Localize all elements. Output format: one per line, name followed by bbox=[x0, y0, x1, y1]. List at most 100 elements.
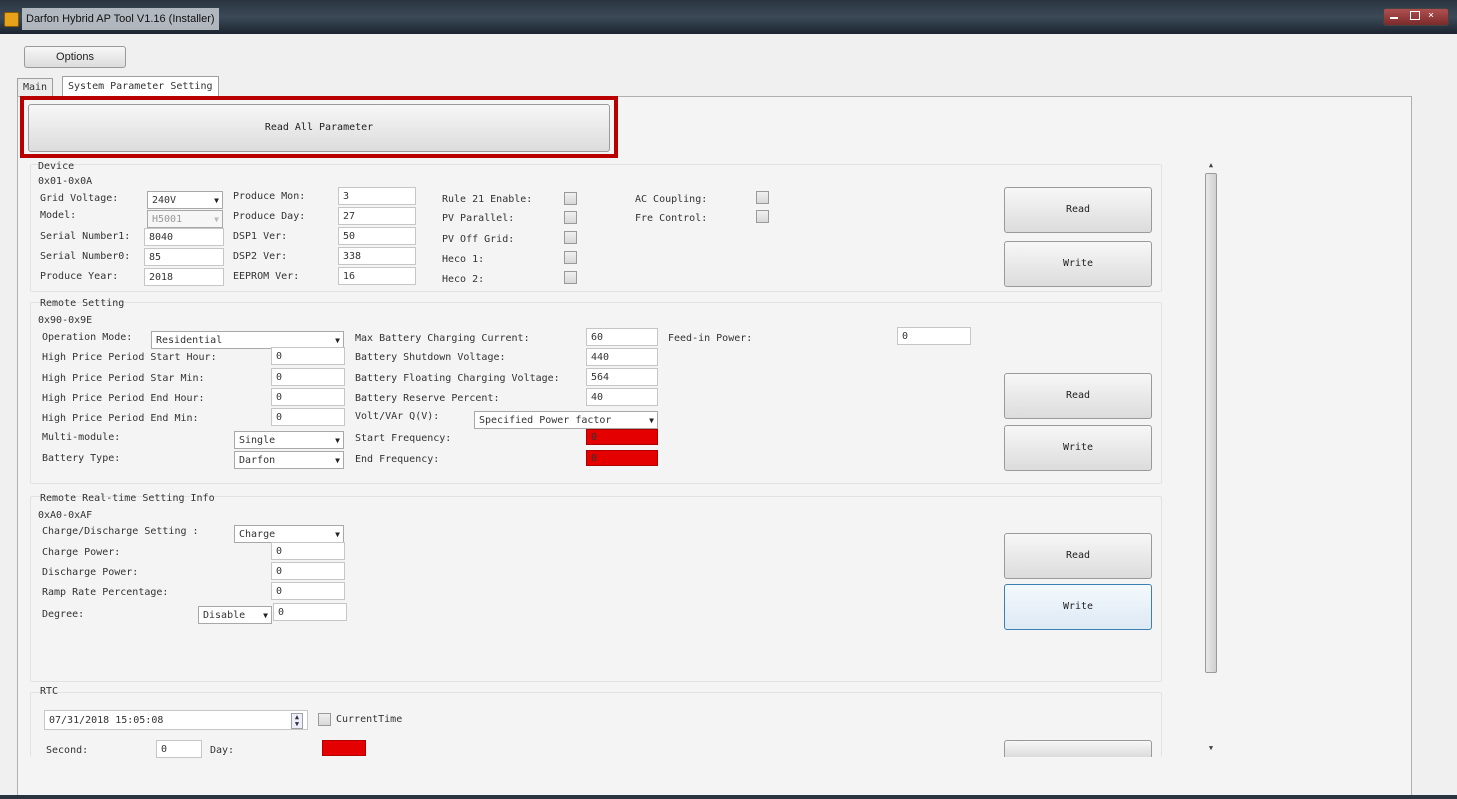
device-range: 0x01-0x0A bbox=[38, 176, 93, 187]
realtime-setting-title: Remote Real-time Setting Info bbox=[40, 493, 215, 504]
model-value: H5001 bbox=[152, 214, 183, 225]
hp-end-hour-label: High Price Period End Hour: bbox=[42, 393, 205, 404]
ac-coupling-checkbox[interactable] bbox=[756, 191, 769, 204]
heco2-checkbox[interactable] bbox=[564, 271, 577, 284]
scroll-up-icon[interactable]: ▲ bbox=[1206, 160, 1216, 170]
pv-off-grid-checkbox[interactable] bbox=[564, 231, 577, 244]
second-field[interactable]: 0 bbox=[156, 740, 202, 758]
multi-module-select[interactable]: Single ▼ bbox=[234, 431, 344, 449]
hp-start-hour-label: High Price Period Start Hour: bbox=[42, 352, 217, 363]
chevron-down-icon: ▼ bbox=[649, 416, 654, 425]
feed-in-power-label: Feed-in Power: bbox=[668, 333, 753, 344]
hp-start-hour-field[interactable]: 0 bbox=[271, 347, 345, 365]
end-frequency-field[interactable]: 0 bbox=[586, 450, 658, 466]
max-charging-current-label: Max Battery Charging Current: bbox=[355, 333, 530, 344]
heco1-checkbox[interactable] bbox=[564, 251, 577, 264]
voltvar-select[interactable]: Specified Power factor ▼ bbox=[474, 411, 658, 429]
charge-power-field[interactable]: 0 bbox=[271, 542, 345, 560]
tab-system-parameter-setting[interactable]: System Parameter Setting bbox=[62, 76, 219, 97]
pv-off-grid-label: PV Off Grid: bbox=[442, 234, 515, 245]
remote-setting-range: 0x90-0x9E bbox=[38, 315, 93, 326]
degree-field[interactable]: 0 bbox=[273, 603, 347, 621]
day-label: Day: bbox=[210, 745, 235, 756]
scroll-down-icon[interactable]: ▼ bbox=[1206, 743, 1216, 753]
operation-mode-label: Operation Mode: bbox=[42, 332, 133, 343]
multi-module-value: Single bbox=[239, 435, 276, 446]
reserve-percent-field[interactable]: 40 bbox=[586, 388, 658, 406]
realtime-setting-range: 0xA0-0xAF bbox=[38, 510, 93, 521]
scrollbar-thumb[interactable] bbox=[1205, 173, 1217, 673]
spin-icon[interactable]: ▲ ▼ bbox=[291, 713, 303, 729]
chevron-down-icon: ▼ bbox=[335, 456, 340, 465]
highlight-box bbox=[20, 96, 618, 158]
degree-select-value: Disable bbox=[203, 610, 246, 621]
chevron-down-icon: ▼ bbox=[214, 196, 219, 205]
heco2-label: Heco 2: bbox=[442, 274, 485, 285]
produce-day-label: Produce Day: bbox=[233, 211, 306, 222]
chevron-down-icon: ▼ bbox=[335, 436, 340, 445]
charge-discharge-select[interactable]: Charge ▼ bbox=[234, 525, 344, 543]
remote-read-button[interactable]: Read bbox=[1004, 373, 1152, 419]
start-frequency-field[interactable]: 0 bbox=[586, 429, 658, 445]
current-time-checkbox[interactable] bbox=[318, 713, 331, 726]
dsp2-ver-label: DSP2 Ver: bbox=[233, 251, 288, 262]
hp-end-min-field[interactable]: 0 bbox=[271, 408, 345, 426]
multi-module-label: Multi-module: bbox=[42, 432, 121, 443]
rtc-read-button-partial[interactable] bbox=[1004, 740, 1152, 757]
device-write-button[interactable]: Write bbox=[1004, 241, 1152, 287]
serial-number1-field[interactable]: 8040 bbox=[144, 228, 224, 246]
ac-coupling-label: AC Coupling: bbox=[635, 194, 708, 205]
feed-in-power-field[interactable]: 0 bbox=[897, 327, 971, 345]
voltvar-value: Specified Power factor bbox=[479, 415, 612, 426]
produce-mon-label: Produce Mon: bbox=[233, 191, 306, 202]
shutdown-voltage-field[interactable]: 440 bbox=[586, 348, 658, 366]
max-charging-current-field[interactable]: 60 bbox=[586, 328, 658, 346]
hp-end-hour-field[interactable]: 0 bbox=[271, 388, 345, 406]
rule21-enable-label: Rule 21 Enable: bbox=[442, 194, 533, 205]
remote-write-button[interactable]: Write bbox=[1004, 425, 1152, 471]
window-title: Darfon Hybrid AP Tool V1.16 (Installer) bbox=[22, 8, 219, 30]
tab-main[interactable]: Main bbox=[17, 78, 54, 97]
device-title: Device bbox=[38, 161, 75, 172]
pv-parallel-checkbox[interactable] bbox=[564, 211, 577, 224]
battery-type-label: Battery Type: bbox=[42, 453, 121, 464]
chevron-down-icon: ▼ bbox=[214, 215, 219, 224]
realtime-write-button[interactable]: Write bbox=[1004, 584, 1152, 630]
produce-year-field[interactable]: 2018 bbox=[144, 268, 224, 286]
dsp2-ver-field[interactable]: 338 bbox=[338, 247, 416, 265]
rtc-title: RTC bbox=[40, 686, 59, 697]
serial-number0-label: Serial Number0: bbox=[40, 251, 131, 262]
maximize-icon[interactable] bbox=[1410, 11, 1420, 20]
device-read-button[interactable]: Read bbox=[1004, 187, 1152, 233]
discharge-power-field[interactable]: 0 bbox=[271, 562, 345, 580]
grid-voltage-select[interactable]: 240V ▼ bbox=[147, 191, 223, 209]
options-button[interactable]: Options bbox=[24, 46, 126, 68]
battery-type-select[interactable]: Darfon ▼ bbox=[234, 451, 344, 469]
produce-day-field[interactable]: 27 bbox=[338, 207, 416, 225]
window-controls[interactable]: × bbox=[1383, 8, 1449, 26]
minimize-icon[interactable] bbox=[1390, 11, 1398, 19]
operation-mode-value: Residential bbox=[156, 335, 223, 346]
realtime-read-button[interactable]: Read bbox=[1004, 533, 1152, 579]
floating-voltage-field[interactable]: 564 bbox=[586, 368, 658, 386]
window-bottom-border bbox=[0, 795, 1457, 799]
rtc-datetime-picker[interactable]: 07/31/2018 15:05:08 ▲ ▼ bbox=[44, 710, 308, 730]
second-label: Second: bbox=[46, 745, 89, 756]
close-icon[interactable]: × bbox=[1428, 11, 1440, 21]
rule21-enable-checkbox[interactable] bbox=[564, 192, 577, 205]
model-select[interactable]: H5001 ▼ bbox=[147, 210, 223, 228]
battery-type-value: Darfon bbox=[239, 455, 276, 466]
realtime-setting-group bbox=[30, 496, 1162, 682]
reserve-percent-label: Battery Reserve Percent: bbox=[355, 393, 500, 404]
start-frequency-label: Start Frequency: bbox=[355, 433, 452, 444]
fre-control-checkbox[interactable] bbox=[756, 210, 769, 223]
hp-star-min-field[interactable]: 0 bbox=[271, 368, 345, 386]
eeprom-ver-field[interactable]: 16 bbox=[338, 267, 416, 285]
floating-voltage-label: Battery Floating Charging Voltage: bbox=[355, 373, 560, 384]
serial-number0-field[interactable]: 85 bbox=[144, 248, 224, 266]
ramp-rate-field[interactable]: 0 bbox=[271, 582, 345, 600]
day-field[interactable]: 0 bbox=[322, 740, 366, 756]
produce-mon-field[interactable]: 3 bbox=[338, 187, 416, 205]
degree-select[interactable]: Disable ▼ bbox=[198, 606, 272, 624]
dsp1-ver-field[interactable]: 50 bbox=[338, 227, 416, 245]
